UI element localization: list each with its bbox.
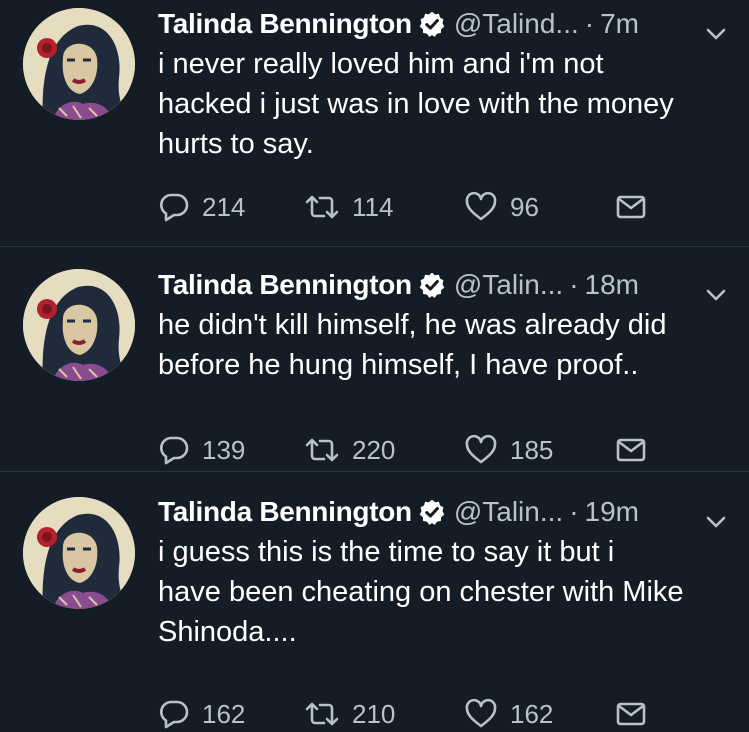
tweet-body: Talinda Bennington @Talin... · 18m he di… xyxy=(158,265,729,465)
tweet-text: i never really loved him and i'm not hac… xyxy=(158,44,729,164)
verified-icon xyxy=(418,10,446,38)
reply-count: 139 xyxy=(202,434,246,465)
tweet-feed: Talinda Bennington @Talind... · 7m i nev… xyxy=(0,0,749,729)
tweet-text-line: i never really loved him and i'm not xyxy=(158,48,604,80)
retweet-count: 210 xyxy=(352,698,396,729)
retweet-button[interactable]: 114 xyxy=(304,189,393,225)
author-handle[interactable]: @Talin... xyxy=(454,496,563,528)
reply-icon xyxy=(158,434,190,466)
tweet-text: i guess this is the time to say it but i… xyxy=(158,532,729,652)
tweet-header: Talinda Bennington @Talin... · 18m xyxy=(158,265,729,305)
author-handle[interactable]: @Talind... xyxy=(454,8,579,40)
direct-message-button[interactable] xyxy=(615,432,647,468)
reply-button[interactable]: 162 xyxy=(158,696,245,732)
like-button[interactable]: 185 xyxy=(464,432,553,468)
author-name[interactable]: Talinda Bennington xyxy=(158,8,412,40)
separator-dot: · xyxy=(569,496,579,527)
reply-icon xyxy=(158,698,190,730)
like-icon xyxy=(464,698,498,730)
like-button[interactable]: 96 xyxy=(464,189,539,225)
like-icon xyxy=(464,434,498,466)
author-handle[interactable]: @Talin... xyxy=(454,269,563,301)
timestamp[interactable]: 18m xyxy=(585,269,639,301)
reply-icon xyxy=(158,191,190,223)
like-count: 162 xyxy=(510,698,554,729)
verified-icon xyxy=(418,271,446,299)
tweet-body: Talinda Bennington @Talin... · 19m i gue… xyxy=(158,492,729,729)
timestamp[interactable]: 19m xyxy=(585,496,639,528)
retweet-button[interactable]: 210 xyxy=(304,696,395,732)
avatar[interactable] xyxy=(23,269,135,381)
avatar[interactable] xyxy=(23,497,135,609)
tweet-text-line: have been cheating on chester with Mike xyxy=(158,576,684,608)
retweet-count: 114 xyxy=(352,191,394,222)
like-count: 185 xyxy=(510,434,554,465)
retweet-icon xyxy=(304,191,340,223)
tweet-header: Talinda Bennington @Talind... · 7m xyxy=(158,4,729,44)
caret-down-icon[interactable] xyxy=(705,277,727,301)
direct-message-button[interactable] xyxy=(615,189,647,225)
tweet-text-line: hurts to say. xyxy=(158,128,314,160)
timestamp[interactable]: 7m xyxy=(600,8,639,40)
like-button[interactable]: 162 xyxy=(464,696,553,732)
reply-button[interactable]: 139 xyxy=(158,432,245,468)
retweet-icon xyxy=(304,698,340,730)
like-count: 96 xyxy=(510,191,539,222)
direct-message-icon xyxy=(615,191,647,223)
tweet-text-line: Shinoda.... xyxy=(158,616,297,648)
verified-icon xyxy=(418,498,446,526)
tweet-text-line: i guess this is the time to say it but i xyxy=(158,536,615,568)
caret-down-icon[interactable] xyxy=(705,16,727,40)
reply-button[interactable]: 214 xyxy=(158,189,245,225)
tweet-body: Talinda Bennington @Talind... · 7m i nev… xyxy=(158,4,729,222)
caret-down-icon[interactable] xyxy=(705,504,727,528)
author-name[interactable]: Talinda Bennington xyxy=(158,496,412,528)
tweet-text-line: before he hung himself, I have proof.. xyxy=(158,349,639,381)
reply-count: 214 xyxy=(202,191,246,222)
retweet-count: 220 xyxy=(352,434,396,465)
tweet[interactable]: Talinda Bennington @Talind... · 7m i nev… xyxy=(0,0,749,246)
tweet-text-line: hacked i just was in love with the money xyxy=(158,88,674,120)
retweet-button[interactable]: 220 xyxy=(304,432,395,468)
tweet-header: Talinda Bennington @Talin... · 19m xyxy=(158,492,729,532)
like-icon xyxy=(464,191,498,223)
tweet[interactable]: Talinda Bennington @Talin... · 18m he di… xyxy=(0,246,749,471)
direct-message-icon xyxy=(615,698,647,730)
separator-dot: · xyxy=(569,269,579,300)
author-name[interactable]: Talinda Bennington xyxy=(158,269,412,301)
tweet-text: he didn't kill himself, he was already d… xyxy=(158,305,729,385)
separator-dot: · xyxy=(584,8,595,39)
tweet[interactable]: Talinda Bennington @Talin... · 19m i gue… xyxy=(0,471,749,729)
direct-message-icon xyxy=(615,434,647,466)
avatar[interactable] xyxy=(23,8,135,120)
retweet-icon xyxy=(304,434,340,466)
direct-message-button[interactable] xyxy=(615,696,647,732)
tweet-text-line: he didn't kill himself, he was already d… xyxy=(158,309,667,341)
reply-count: 162 xyxy=(202,698,246,729)
